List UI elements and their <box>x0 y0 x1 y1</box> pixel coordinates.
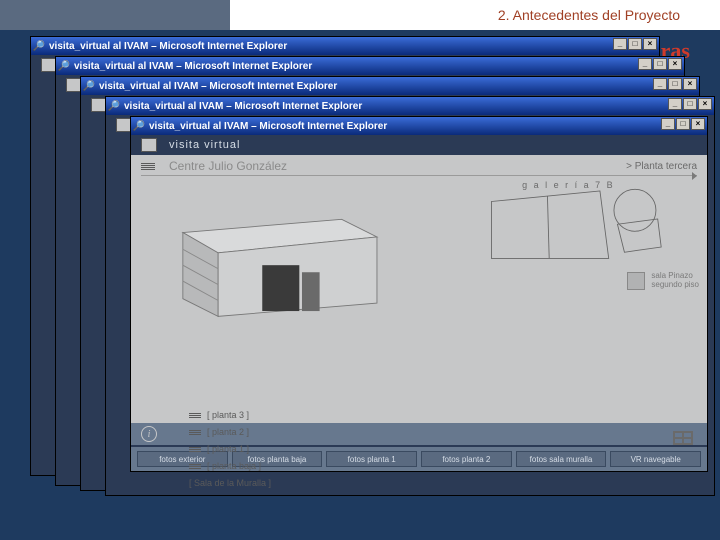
maximize-button[interactable]: □ <box>653 58 667 70</box>
footer-button[interactable]: fotos planta 2 <box>421 451 512 467</box>
slide-section-title: 2. Antecedentes del Proyecto <box>498 7 680 23</box>
titlebar[interactable]: 🔎 visita_virtual al IVAM – Microsoft Int… <box>131 117 707 135</box>
floor-link[interactable]: [ planta 3 ] <box>189 407 271 424</box>
divider <box>141 175 697 176</box>
window-title: visita_virtual al IVAM – Microsoft Inter… <box>149 121 387 132</box>
floor-list: [ planta 3 ] [ planta 2 ] [ planta 1 ] [… <box>189 407 271 492</box>
floor-link[interactable]: [ planta 2 ] <box>189 424 271 441</box>
close-button[interactable]: × <box>691 118 705 130</box>
ie-logo-icon: 🔎 <box>108 100 120 112</box>
minimize-button[interactable]: _ <box>613 38 627 50</box>
main-row: g a l e r í a 7 B sala Pinazo segundo pi… <box>131 176 707 423</box>
ie-logo-icon: 🔎 <box>133 120 145 132</box>
window-title: visita_virtual al IVAM – Microsoft Inter… <box>74 61 312 72</box>
close-button[interactable]: × <box>668 58 682 70</box>
maximize-button[interactable]: □ <box>628 38 642 50</box>
titlebar[interactable]: 🔎 visita_virtual al IVAM – Microsoft Int… <box>106 97 714 115</box>
toolbar-button[interactable] <box>141 138 157 152</box>
center-name: Centre Julio González <box>169 159 287 173</box>
square-swatch-icon <box>627 272 645 290</box>
maximize-button[interactable]: □ <box>668 78 682 90</box>
minimize-button[interactable]: _ <box>668 98 682 110</box>
ie-window-front: 🔎 visita_virtual al IVAM – Microsoft Int… <box>130 116 708 472</box>
titlebar[interactable]: 🔎 visita_virtual al IVAM – Microsoft Int… <box>31 37 659 55</box>
footer-button[interactable]: VR navegable <box>610 451 701 467</box>
page-content: Centre Julio González > Planta tercera <box>131 155 707 471</box>
gallery-label: g a l e r í a 7 B <box>522 180 615 190</box>
floorplan-view: g a l e r í a 7 B sala Pinazo segundo pi… <box>470 184 695 419</box>
sala-pinazo-key: sala Pinazo segundo piso <box>627 272 699 290</box>
page-label: visita virtual <box>169 139 240 151</box>
maximize-button[interactable]: □ <box>676 118 690 130</box>
close-button[interactable]: × <box>698 98 712 110</box>
slide-header: 2. Antecedentes del Proyecto <box>0 0 720 30</box>
hamburger-icon[interactable] <box>141 163 155 170</box>
building-3d-view <box>143 184 452 419</box>
titlebar[interactable]: 🔎 visita_virtual al IVAM – Microsoft Int… <box>56 57 684 75</box>
minimize-button[interactable]: _ <box>653 78 667 90</box>
close-button[interactable]: × <box>643 38 657 50</box>
footer-button[interactable]: fotos sala muralla <box>516 451 607 467</box>
window-title: visita_virtual al IVAM – Microsoft Inter… <box>99 81 337 92</box>
content-header: Centre Julio González > Planta tercera <box>131 155 707 175</box>
window-title: visita_virtual al IVAM – Microsoft Inter… <box>49 41 287 52</box>
sala-sub: segundo piso <box>651 281 699 290</box>
close-button[interactable]: × <box>683 78 697 90</box>
toolbar: visita virtual <box>131 135 707 155</box>
ie-logo-icon: 🔎 <box>58 60 70 72</box>
minimize-button[interactable]: _ <box>638 58 652 70</box>
minimize-button[interactable]: _ <box>661 118 675 130</box>
info-icon[interactable]: i <box>141 426 157 442</box>
window-title: visita_virtual al IVAM – Microsoft Inter… <box>124 101 362 112</box>
ie-logo-icon: 🔎 <box>83 80 95 92</box>
floor-link[interactable]: [ planta baja ] <box>189 458 271 475</box>
titlebar[interactable]: 🔎 visita_virtual al IVAM – Microsoft Int… <box>81 77 699 95</box>
ie-logo-icon: 🔎 <box>33 40 45 52</box>
floor-link[interactable]: [ Sala de la Muralla ] <box>189 475 271 492</box>
floor-indicator: > Planta tercera <box>626 161 697 172</box>
grid-view-icon[interactable] <box>673 431 693 445</box>
maximize-button[interactable]: □ <box>683 98 697 110</box>
footer-button[interactable]: fotos planta 1 <box>326 451 417 467</box>
floor-link[interactable]: [ planta 1 ] <box>189 441 271 458</box>
